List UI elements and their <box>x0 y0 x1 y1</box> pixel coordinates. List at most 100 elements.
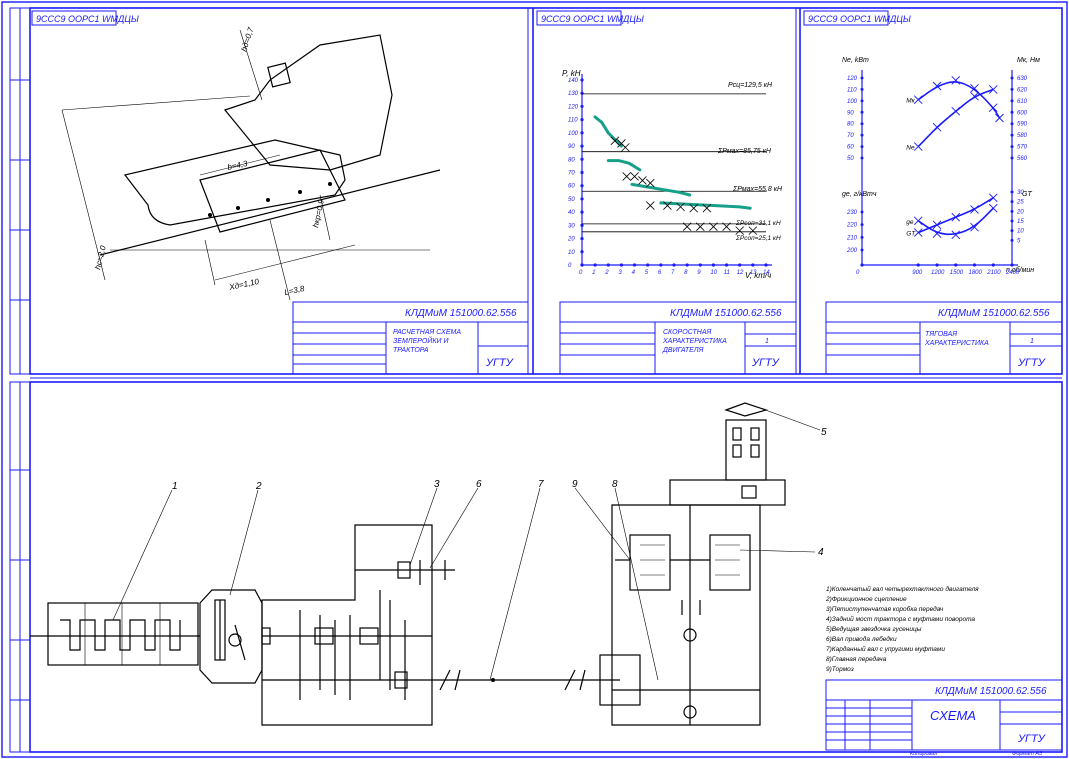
chart2-right-top-tick-label: 590 <box>1017 122 1028 128</box>
footer-format: Формат А3 <box>1012 751 1043 757</box>
chart1-y-tick-label: 20 <box>567 237 575 243</box>
stamp-top-right: 9ССС9 ООРС1 WМДЦЫ <box>803 10 911 26</box>
chart2-right-top-tick <box>1010 156 1014 160</box>
svg-text:9ССС9 ООРС1 WМДЦЫ: 9ССС9 ООРС1 WМДЦЫ <box>808 14 911 24</box>
chart2-right-top-tick-label: 580 <box>1017 133 1028 139</box>
chart2-right-top-tick <box>1010 133 1014 137</box>
chart2-left-top-tick-label: 50 <box>847 156 854 162</box>
chart1-x-tick <box>632 263 637 267</box>
chart1-x-tick <box>698 263 702 267</box>
chart2-left-top-tick-label: 100 <box>847 99 858 105</box>
chart2-right-top-tick-label: 610 <box>1017 99 1028 105</box>
chart2-right-top-tick <box>1010 122 1014 126</box>
chart2-x-tick <box>1010 263 1014 267</box>
chart1-y-tick <box>580 210 584 214</box>
svg-text:1: 1 <box>765 338 769 345</box>
chart1-y-tick <box>580 197 584 201</box>
legend-item-2: 2)Фрикционное сцепление <box>825 596 907 603</box>
chart2-right-top-label: Mк, Нм <box>1017 57 1040 64</box>
chart1-y-tick-label: 100 <box>568 131 579 137</box>
callout-4: 4 <box>818 547 824 558</box>
chart1-y-tick <box>580 236 584 241</box>
chart1-x-tick <box>764 263 768 267</box>
chart1-y-tick <box>580 118 584 122</box>
chart1-y-tick <box>580 91 584 95</box>
chart2-right-bottom-tick-label: 20 <box>1016 209 1024 215</box>
legend-item-9: 9)Тормоз <box>826 666 854 673</box>
chart1-y-tick-label: 10 <box>568 250 575 256</box>
chart1-y-tick <box>580 104 584 109</box>
chart2-right-bottom-tick <box>1010 209 1014 213</box>
svg-text:9ССС9 ООРС1 WМДЦЫ: 9ССС9 ООРС1 WМДЦЫ <box>541 14 644 24</box>
chart2-x-tick-label: 2400 <box>1005 270 1020 276</box>
callout-8: 8 <box>612 479 618 490</box>
chart2-left-top-tick-label: 120 <box>847 76 858 82</box>
chart1-y-tick <box>580 131 584 135</box>
chart2-left-top-tick-label: 80 <box>847 122 854 128</box>
legend-item-5: 5)Ведущая звездочка гусеницы <box>826 625 922 633</box>
chart1-y-tick <box>580 157 584 161</box>
svg-text:СХЕМА: СХЕМА <box>930 708 976 723</box>
chart2-left-top-tick-label: 90 <box>847 110 854 116</box>
svg-text:КЛДМиМ 151000.62.556: КЛДМиМ 151000.62.556 <box>405 308 517 319</box>
chart1-x-tick <box>646 263 650 267</box>
svg-text:ХАРАКТЕРИСТИКА: ХАРАКТЕРИСТИКА <box>662 338 727 345</box>
chart1-x-tick-label: 11 <box>724 270 730 276</box>
chart1-y-tick-label: 120 <box>568 104 579 110</box>
chart1-x-tick <box>619 263 624 267</box>
chart2-right-bottom-tick <box>1010 190 1014 194</box>
legend-item-6: 6)Вал привода лебедки <box>826 635 897 643</box>
chart2-x-tick <box>972 263 977 267</box>
chart2-right-top-tick-label: 560 <box>1017 156 1028 162</box>
stamp-top-mid: 9ССС9 ООРС1 WМДЦЫ <box>536 10 644 26</box>
technical-drawing-sheet: 9ССС9 ООРС1 WМДЦЫ 9ССС9 ООРС1 WМДЦЫ 9ССС… <box>1 1 1068 758</box>
chart2-left-top-tick <box>860 110 864 114</box>
chart2-left-top-tick-label: 60 <box>847 145 854 151</box>
chart1-x-tick-label: 12 <box>737 270 744 276</box>
chart1-line-label-5: ΣPсоп=25,1 кН <box>735 235 781 242</box>
chart1-x-tick <box>659 263 663 267</box>
chart2-left-top-tick <box>860 133 864 137</box>
chart2-right-top-tick-label: 600 <box>1017 110 1028 116</box>
chart1-line-label-1: Pсц=129,5 кН <box>728 82 773 89</box>
svg-text:ЗЕМЛЕРОЙКИ И: ЗЕМЛЕРОЙКИ И <box>393 336 449 345</box>
svg-text:КЛДМиМ 151000.62.556: КЛДМиМ 151000.62.556 <box>935 686 1047 697</box>
chart1-x-tick-label: 1 <box>592 270 595 276</box>
chart1-y-tick <box>580 263 584 267</box>
svg-text:ДВИГАТЕЛЯ: ДВИГАТЕЛЯ <box>662 347 704 354</box>
chart2-left-bottom-tick-label: 230 <box>846 210 858 216</box>
chart1-x-tick-label: 2 <box>604 270 609 276</box>
chart1-x-tick <box>751 263 755 267</box>
chart1-y-tick-label: 110 <box>568 118 578 124</box>
chart2-right-top-tick <box>1010 145 1014 149</box>
chart2-right-bottom-tick-label: 30 <box>1017 190 1024 196</box>
chart2-series-tag: Ne <box>906 145 915 152</box>
chart2-x-tick-label: 1800 <box>969 270 983 276</box>
chart2-x-tick <box>954 263 958 267</box>
chart1-y-label: P, kH <box>562 69 581 78</box>
callout-1: 1 <box>172 481 178 492</box>
chart2-right-bottom-tick <box>1010 200 1014 204</box>
chart2-left-bottom-tick <box>860 235 864 239</box>
chart2-left-bottom-tick <box>860 248 864 252</box>
svg-text:1: 1 <box>1030 338 1034 345</box>
chart2-right-bottom-tick <box>1010 229 1014 233</box>
chart1-x-tick <box>724 263 729 267</box>
chart1-y-tick-label: 90 <box>568 144 575 150</box>
chart2-left-top-tick <box>860 145 864 149</box>
outer-border <box>1 1 1068 758</box>
chart2-right-top-tick <box>1010 76 1014 80</box>
svg-text:ХАРАКТЕРИСТИКА: ХАРАКТЕРИСТИКА <box>924 340 989 347</box>
svg-text:9ССС9 ООРС1 WМДЦЫ: 9ССС9 ООРС1 WМДЦЫ <box>36 14 139 24</box>
chart2-x-tick <box>991 263 995 267</box>
chart2-left-top-tick <box>860 156 864 160</box>
callout-2: 2 <box>255 481 262 492</box>
chart2-x-tick <box>935 263 939 267</box>
chart1-x-tick <box>672 263 676 267</box>
callout-9: 9 <box>572 479 578 490</box>
legend-item-7: 7)Карданный вал с упругими муфтами <box>826 645 945 653</box>
callout-5: 5 <box>821 427 827 438</box>
chart2-x-tick-label: 1200 <box>931 270 945 276</box>
chart2-left-bottom-label: ge, г/кВтч <box>842 191 877 198</box>
chart1-y-tick <box>580 250 584 254</box>
